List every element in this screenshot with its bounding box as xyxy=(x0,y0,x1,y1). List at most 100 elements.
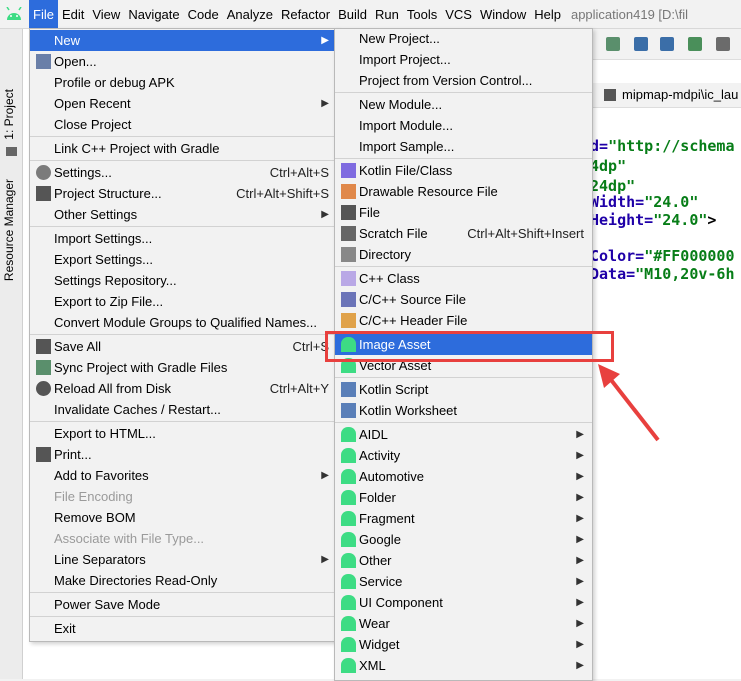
submenu-arrow-icon: ▶ xyxy=(321,35,329,46)
menu-item-file[interactable]: File xyxy=(335,202,592,223)
layout-inspector-icon[interactable] xyxy=(688,37,702,51)
sdk-manager-icon[interactable] xyxy=(660,37,674,51)
menu-item-remove-bom[interactable]: Remove BOM xyxy=(30,507,337,528)
menu-item-export-zip[interactable]: Export to Zip File... xyxy=(30,291,337,312)
kotlin-script-icon xyxy=(341,382,356,397)
menu-item-cpp-header[interactable]: C/C++ Header File xyxy=(335,310,592,331)
menu-build[interactable]: Build xyxy=(334,0,371,28)
menu-item-cpp-source[interactable]: C/C++ Source File xyxy=(335,289,592,310)
menu-item-profile-apk[interactable]: Profile or debug APK xyxy=(30,72,337,93)
code-line: Color="#FF000000 xyxy=(590,247,735,265)
menu-item-convert-module-groups[interactable]: Convert Module Groups to Qualified Names… xyxy=(30,312,337,333)
menu-item-line-separators[interactable]: Line Separators ▶ xyxy=(30,549,337,570)
menu-run[interactable]: Run xyxy=(371,0,403,28)
project-tool-tab[interactable]: 1: Project xyxy=(2,89,16,140)
menu-view[interactable]: View xyxy=(88,0,124,28)
menu-item-file-encoding[interactable]: File Encoding xyxy=(30,486,337,507)
android-icon xyxy=(341,658,356,673)
menu-item-invalidate-caches[interactable]: Invalidate Caches / Restart... xyxy=(30,399,337,420)
menu-item-associate-file-type[interactable]: Associate with File Type... xyxy=(30,528,337,549)
android-icon xyxy=(341,574,356,589)
menu-item-project-vcs[interactable]: Project from Version Control... xyxy=(335,70,592,91)
menu-separator xyxy=(335,266,592,267)
menu-item-kotlin-worksheet[interactable]: Kotlin Worksheet xyxy=(335,400,592,421)
project-structure-icon[interactable] xyxy=(716,37,730,51)
menu-item-print[interactable]: Print... xyxy=(30,444,337,465)
menu-item-kotlin-file[interactable]: Kotlin File/Class xyxy=(335,160,592,181)
menu-item-reload-disk[interactable]: Reload All from Disk Ctrl+Alt+Y xyxy=(30,378,337,399)
editor-tab[interactable]: mipmap-mdpi\ic_lau xyxy=(622,87,738,102)
menu-item-activity[interactable]: Activity ▶ xyxy=(335,445,592,466)
menu-item-import-module[interactable]: Import Module... xyxy=(335,115,592,136)
avd-manager-icon[interactable] xyxy=(634,37,648,51)
folder-icon xyxy=(6,147,17,156)
menu-item-import-settings[interactable]: Import Settings... xyxy=(30,228,337,249)
menu-item-other-settings[interactable]: Other Settings ▶ xyxy=(30,204,337,225)
menu-refactor[interactable]: Refactor xyxy=(277,0,334,28)
resource-manager-tab[interactable]: Resource Manager xyxy=(2,179,16,281)
menu-item-close-project[interactable]: Close Project xyxy=(30,114,337,135)
kotlin-icon xyxy=(341,163,356,178)
cpp-header-icon xyxy=(341,313,356,328)
file-menu: New ▶ Open... Profile or debug APK Open R… xyxy=(29,28,338,642)
annotation-arrow-icon xyxy=(598,364,660,442)
menu-item-new-project[interactable]: New Project... xyxy=(335,28,592,49)
menu-item-wear[interactable]: Wear ▶ xyxy=(335,613,592,634)
submenu-arrow-icon: ▶ xyxy=(576,597,584,608)
menu-item-export-html[interactable]: Export to HTML... xyxy=(30,423,337,444)
editor-toolbar xyxy=(590,29,741,60)
scratch-file-icon xyxy=(341,226,356,241)
menu-item-exit[interactable]: Exit xyxy=(30,618,337,639)
menu-item-add-favorites[interactable]: Add to Favorites ▶ xyxy=(30,465,337,486)
file-icon xyxy=(341,205,356,220)
menu-item-folder[interactable]: Folder ▶ xyxy=(335,487,592,508)
menu-item-new[interactable]: New ▶ xyxy=(30,30,337,51)
android-icon xyxy=(341,595,356,610)
menu-item-service[interactable]: Service ▶ xyxy=(335,571,592,592)
menu-item-project-structure[interactable]: Project Structure... Ctrl+Alt+Shift+S xyxy=(30,183,337,204)
menu-item-drawable-resource[interactable]: Drawable Resource File xyxy=(335,181,592,202)
folder-open-icon xyxy=(36,54,51,69)
menu-item-scratch-file[interactable]: Scratch File Ctrl+Alt+Shift+Insert xyxy=(335,223,592,244)
menu-item-cpp-class[interactable]: C++ Class xyxy=(335,268,592,289)
menu-item-new-module[interactable]: New Module... xyxy=(335,94,592,115)
code-line: Height="24.0"> xyxy=(590,211,717,229)
menu-file[interactable]: File xyxy=(29,0,58,28)
sync-gradle-icon[interactable] xyxy=(606,37,620,51)
menu-item-save-all[interactable]: Save All Ctrl+S xyxy=(30,336,337,357)
menu-vcs[interactable]: VCS xyxy=(441,0,476,28)
menu-item-link-cpp[interactable]: Link C++ Project with Gradle xyxy=(30,138,337,159)
menu-item-directory[interactable]: Directory xyxy=(335,244,592,265)
menu-item-kotlin-script[interactable]: Kotlin Script xyxy=(335,379,592,400)
menu-edit[interactable]: Edit xyxy=(58,0,88,28)
submenu-arrow-icon: ▶ xyxy=(576,555,584,566)
menu-item-fragment[interactable]: Fragment ▶ xyxy=(335,508,592,529)
editor-tab-bar: mipmap-mdpi\ic_lau xyxy=(590,83,741,108)
menu-item-power-save[interactable]: Power Save Mode xyxy=(30,594,337,615)
menu-window[interactable]: Window xyxy=(476,0,530,28)
code-line: Width="24.0" xyxy=(590,193,699,211)
menu-item-export-settings[interactable]: Export Settings... xyxy=(30,249,337,270)
wrench-icon xyxy=(36,165,51,180)
menu-item-open[interactable]: Open... xyxy=(30,51,337,72)
menu-item-widget[interactable]: Widget ▶ xyxy=(335,634,592,655)
menu-navigate[interactable]: Navigate xyxy=(124,0,183,28)
menu-item-aidl[interactable]: AIDL ▶ xyxy=(335,424,592,445)
menu-item-google[interactable]: Google ▶ xyxy=(335,529,592,550)
menu-item-other[interactable]: Other ▶ xyxy=(335,550,592,571)
menu-item-ui-component[interactable]: UI Component ▶ xyxy=(335,592,592,613)
menu-help[interactable]: Help xyxy=(530,0,565,28)
menu-item-make-read-only[interactable]: Make Directories Read-Only xyxy=(30,570,337,591)
menu-item-settings[interactable]: Settings... Ctrl+Alt+S xyxy=(30,162,337,183)
menu-item-automotive[interactable]: Automotive ▶ xyxy=(335,466,592,487)
menu-item-import-sample[interactable]: Import Sample... xyxy=(335,136,592,157)
menu-code[interactable]: Code xyxy=(184,0,223,28)
menu-analyze[interactable]: Analyze xyxy=(223,0,277,28)
menu-item-xml[interactable]: XML ▶ xyxy=(335,655,592,676)
menu-item-import-project[interactable]: Import Project... xyxy=(335,49,592,70)
menu-item-sync-gradle[interactable]: Sync Project with Gradle Files xyxy=(30,357,337,378)
menu-tools[interactable]: Tools xyxy=(403,0,441,28)
menu-item-open-recent[interactable]: Open Recent ▶ xyxy=(30,93,337,114)
menu-item-settings-repository[interactable]: Settings Repository... xyxy=(30,270,337,291)
print-icon xyxy=(36,447,51,462)
